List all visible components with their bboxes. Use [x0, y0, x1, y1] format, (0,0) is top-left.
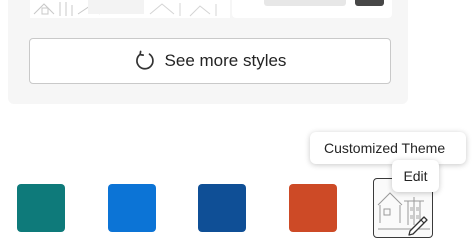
see-more-styles-label: See more styles — [164, 51, 287, 70]
thumbnail-dark-bar — [355, 0, 384, 6]
refresh-icon — [134, 50, 156, 72]
swatch-dark-blue[interactable] — [198, 184, 246, 232]
thumbnail-bar — [264, 0, 346, 6]
swatch-orange[interactable] — [289, 184, 337, 232]
see-more-styles-button[interactable]: See more styles — [29, 38, 391, 84]
theme-picker: See more styles Customized Theme Edit — [0, 0, 474, 245]
style-thumbnail-sketch[interactable] — [30, 0, 230, 18]
customized-theme-tooltip: Customized Theme — [310, 132, 466, 164]
swatch-teal[interactable] — [17, 184, 65, 232]
sketch-thumbnail-art — [33, 0, 217, 17]
edit-tooltip: Edit — [392, 160, 439, 192]
pencil-icon[interactable] — [408, 216, 428, 236]
swatch-blue[interactable] — [108, 184, 156, 232]
style-thumbnail-plain[interactable] — [232, 0, 392, 18]
